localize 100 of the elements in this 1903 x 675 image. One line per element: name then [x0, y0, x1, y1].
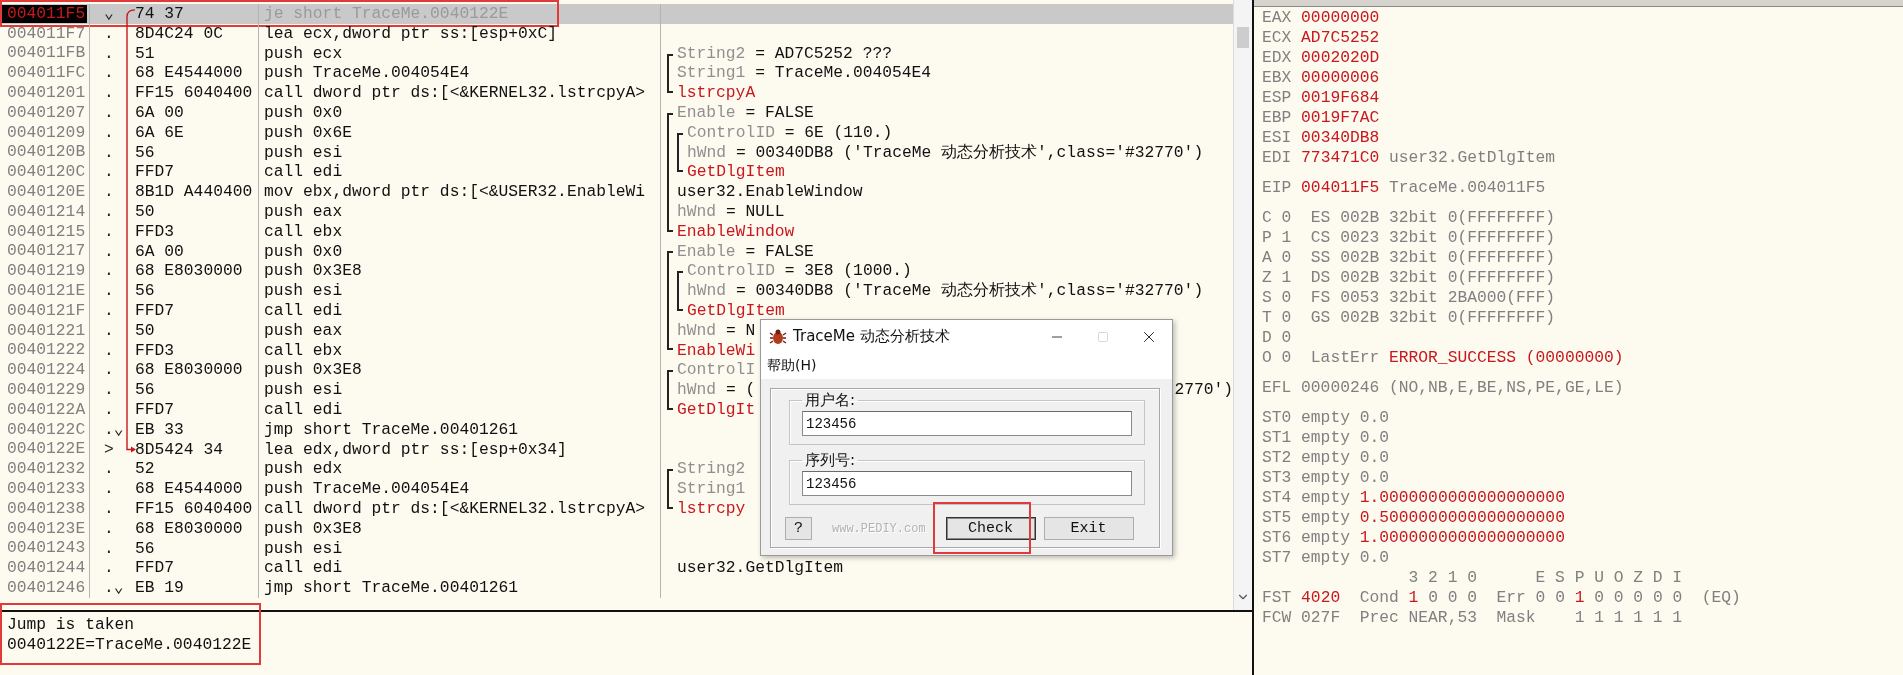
comment-text: ControlID = 6E (110.) [687, 122, 893, 143]
register-line: EDX 0002020D [1262, 48, 1380, 68]
comment-text: user32.EnableWindow [677, 182, 863, 202]
address: 0040120E [6, 183, 87, 202]
disassembly-row[interactable]: 00401201 . FF15 6040400 call dword ptr ds:[<&KERNEL32.lstrcpyA> lstrcpyA [0, 83, 1233, 103]
disassembly-row[interactable]: 00401238 . FF15 6040400 call dword ptr ds:[<&KERNEL32.lstrcpyA> lstrcpy [0, 498, 1233, 519]
comment-text: lstrcpyA [677, 83, 756, 103]
opcode-bytes: 52 [135, 459, 155, 480]
register-line: Z 1 DS 002B 32bit 0(FFFFFFFF) [1262, 268, 1556, 288]
menu-item[interactable]: 帮助(H) [765, 357, 819, 375]
address: 0040122E [6, 440, 87, 459]
comment-text: ControlI [677, 360, 756, 381]
address: 00401207 [6, 103, 87, 122]
register-line: ST2 empty 0.0 [1262, 448, 1389, 468]
instruction: push eax [263, 320, 343, 341]
disassembly-row[interactable]: 00401246 .⌄ EB 19 jmp short TraceMe.00401261 [0, 578, 1233, 598]
disassembly-row[interactable]: 00401215 . FFD3 call ebx EnableWindow [0, 221, 1233, 242]
comment-text: hWnd = ( [677, 380, 756, 400]
disassembly-row[interactable]: 00401207 . 6A 00 push 0x0 Enable = FALSE [0, 103, 1233, 123]
address: 00401219 [6, 262, 87, 281]
address: 004011F7 [6, 24, 87, 43]
instruction: push 0x0 [263, 103, 343, 123]
disassembly-row[interactable]: 00401244 . FFD7 call edi user32.GetDlgItem [0, 558, 1233, 579]
address: 0040122A [6, 400, 87, 419]
disassembly-row[interactable]: 0040121E . 56 push esi hWnd = 00340DB8 ('TraceMe 动态分析技术',class='#32770') [0, 281, 1233, 301]
opcode-bytes: 68 E4544000 [135, 479, 243, 499]
disassembly-row[interactable]: 00401243 . 56 push esi [0, 538, 1233, 559]
row-marker: . [103, 300, 114, 321]
disassembly-row[interactable]: 00401217 . 6A 00 push 0x0 Enable = FALSE [0, 241, 1233, 262]
address: 00401221 [6, 321, 87, 340]
scrollbar[interactable] [1233, 0, 1252, 610]
disassembly-row[interactable]: 0040121F . FFD7 call edi GetDlgItem [0, 300, 1233, 321]
disassembly-row[interactable]: 00401214 . 50 push eax hWnd = NULL [0, 201, 1233, 222]
disassembly-row[interactable]: 00401219 . 68 E8030000 push 0x3E8 ControlID = 3E8 (1000.) [0, 261, 1233, 282]
comment-text: String1 [677, 479, 746, 499]
instruction: push 0x6E [263, 122, 352, 143]
register-line: ST3 empty 0.0 [1262, 468, 1389, 488]
dialog-button[interactable]: Exit [1043, 517, 1134, 540]
disassembly-row[interactable]: 00401209 . 6A 6E push 0x6E ControlID = 6E (110.) [0, 122, 1233, 143]
instruction: push esi [263, 281, 343, 301]
address: 004011FC [6, 64, 87, 83]
opcode-bytes: FFD7 [135, 558, 175, 579]
text-field[interactable]: 123456 [802, 471, 1132, 496]
instruction: call edi [263, 162, 343, 183]
opcode-bytes: 6A 6E [135, 122, 184, 143]
row-marker: . [103, 538, 114, 559]
disassembly-row[interactable]: 0040120B . 56 push esi hWnd = 00340DB8 ('TraceMe 动态分析技术',class='#32770') [0, 142, 1233, 163]
register-line: ESI 00340DB8 [1262, 128, 1380, 148]
site-text: www.PEDIY.com [832, 521, 926, 536]
instruction: lea edx,dword ptr ss:[esp+0x34] [263, 439, 567, 460]
opcode-bytes: 74 37 [135, 4, 184, 24]
row-marker: . [103, 281, 114, 301]
address: 00401201 [6, 84, 87, 103]
bug-icon [769, 327, 787, 346]
opcode-bytes: FFD7 [135, 300, 175, 321]
dialog-button[interactable]: Check [945, 517, 1036, 540]
help-button[interactable]: ? [785, 517, 812, 540]
status-text: 0040122E=TraceMe.0040122E [7, 635, 252, 655]
register-line: EIP 004011F5 TraceMe.004011F5 [1262, 178, 1546, 198]
register-line: FST 4020 Cond 1 0 0 0 Err 0 0 1 0 0 0 0 0 (EQ) [1262, 588, 1741, 608]
register-line: O 0 LastErr ERROR_SUCCESS (00000000) [1262, 348, 1624, 368]
row-marker: . [103, 221, 114, 242]
text-field[interactable]: 123456 [802, 411, 1132, 436]
instruction: call edi [263, 399, 343, 420]
row-marker: . [103, 103, 114, 123]
scroll-thumb[interactable] [1237, 27, 1249, 48]
register-line: EAX 00000000 [1262, 8, 1380, 28]
address: 00401222 [6, 341, 87, 360]
instruction: call ebx [263, 340, 343, 361]
disassembly-row[interactable]: 004011FB . 51 push ecx String2 = AD7C5252 ??? [0, 43, 1233, 64]
register-line: EFL 00000246 (NO,NB,E,BE,NS,PE,GE,LE) [1262, 378, 1624, 398]
row-marker: ⌄ [103, 4, 114, 24]
register-line: EBP 0019F7AC [1262, 108, 1380, 128]
row-marker: . [103, 261, 114, 282]
group-label: 用户名: [804, 391, 857, 410]
instruction: push esi [263, 142, 343, 163]
disassembly-row[interactable]: 0040120C . FFD7 call edi GetDlgItem [0, 162, 1233, 183]
comment-text: GetDlgIt [677, 399, 756, 420]
disassembly-row[interactable]: 004011FC . 68 E4544000 push TraceMe.004054E4 String1 = TraceMe.004054E4 [0, 63, 1233, 84]
row-marker: . [103, 43, 114, 64]
register-line: S 0 FS 0053 32bit 2BA000(FFF) [1262, 288, 1556, 308]
disassembly-row[interactable]: 004011F7 . 8D4C24 0C lea ecx,dword ptr ss:[esp+0xC] [0, 23, 1233, 44]
disassembly-row[interactable]: 0040120E . 8B1D A440400 mov ebx,dword ptr ds:[<&USER32.EnableWi user32.EnableWindow [0, 182, 1233, 202]
instruction: push esi [263, 380, 343, 400]
instruction: push TraceMe.004054E4 [263, 479, 470, 499]
opcode-bytes: 56 [135, 142, 155, 163]
address: 004011F5 [2, 4, 88, 23]
instruction: mov ebx,dword ptr ds:[<&USER32.EnableWi [263, 182, 646, 202]
opcode-bytes: FF15 6040400 [135, 498, 253, 519]
row-marker: . [103, 459, 114, 480]
address: 00401233 [6, 480, 87, 498]
comment-text: lstrcpy [677, 498, 746, 519]
address: 0040123E [6, 519, 87, 538]
register-line: 3 2 1 0 E S P U O Z D I [1407, 568, 1683, 588]
comment-text: hWnd = NULL [677, 201, 785, 222]
row-marker: . [103, 162, 114, 183]
instruction: push eax [263, 201, 343, 222]
register-line: ST7 empty 0.0 [1262, 548, 1389, 568]
row-marker: > [103, 439, 114, 460]
instruction: call edi [263, 558, 343, 579]
